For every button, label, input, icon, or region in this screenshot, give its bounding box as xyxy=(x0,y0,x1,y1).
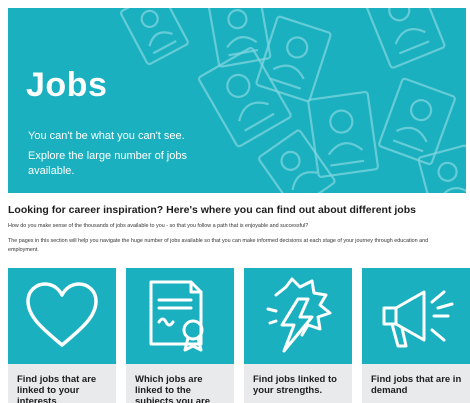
card-label: Find jobs that are in demand xyxy=(371,374,462,396)
intro-paragraph: How do you make sense of the thousands o… xyxy=(8,223,309,229)
certificate-icon xyxy=(149,280,204,352)
card-subjects[interactable]: Which jobs are linked to the subjects yo… xyxy=(126,268,234,403)
card-label: Which jobs are linked to the subjects yo… xyxy=(135,374,210,403)
hero-subtitle: Explore the large number of jobs availab… xyxy=(28,150,187,177)
card-strengths[interactable]: Find jobs linked to your strengths. xyxy=(244,268,352,403)
card-interests[interactable]: Find jobs that are linked to your intere… xyxy=(8,268,116,403)
card-image xyxy=(244,268,352,364)
lightning-icon xyxy=(266,277,332,353)
hero-tagline: You can't be what you can't see. xyxy=(28,130,185,142)
card-in-demand[interactable]: Find jobs that are in demand xyxy=(362,268,470,403)
section-heading: Looking for career inspiration? Here's w… xyxy=(8,204,416,216)
intro-paragraph: The pages in this section will help you … xyxy=(8,238,429,253)
hero-banner: Jobs You can't be what you can't see. Ex… xyxy=(8,8,466,193)
page-title: Jobs xyxy=(26,66,108,104)
card-label: Find jobs linked to your strengths. xyxy=(253,374,337,396)
card-image xyxy=(126,268,234,364)
card-image xyxy=(362,268,470,364)
card-image xyxy=(8,268,116,364)
heart-icon xyxy=(26,282,98,347)
card-label: Find jobs that are linked to your intere… xyxy=(17,374,97,403)
megaphone-icon xyxy=(382,290,454,348)
